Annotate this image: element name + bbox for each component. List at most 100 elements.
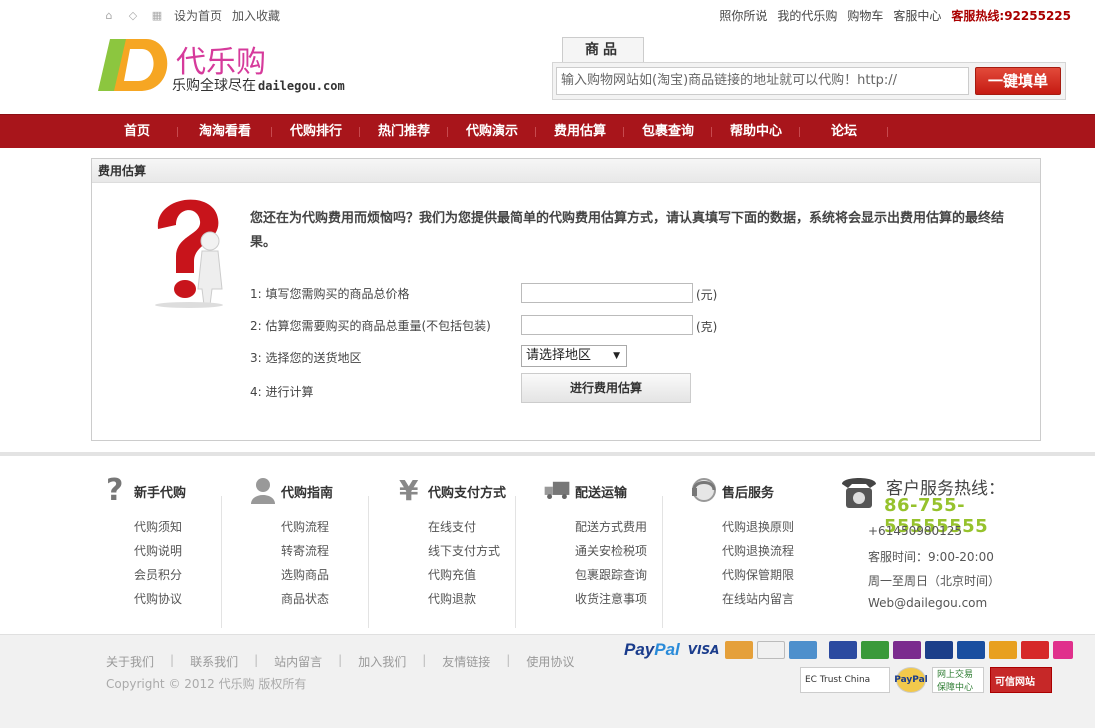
help-link[interactable]: 通关安检税项 [575, 544, 647, 558]
form-label-region: 3: 选择您的送货地区 [250, 351, 362, 365]
top-link-cart[interactable]: 购物车 [847, 7, 883, 24]
help-link[interactable]: 会员积分 [134, 568, 182, 582]
bookmark-icon[interactable]: ◇ [126, 9, 140, 23]
paypal-verified-badge[interactable]: PayPal [894, 667, 928, 693]
copyright: Copyright © 2012 代乐购 版权所有 [106, 677, 307, 691]
bottom-link-friends[interactable]: 友情链接 [442, 653, 490, 670]
help-link[interactable]: 代购协议 [134, 592, 182, 606]
nav-item-taotao[interactable]: 淘淘看看 [178, 115, 272, 149]
help-col-title: 代购支付方式 [428, 486, 507, 501]
nav-item-package-query[interactable]: 包裹查询 [624, 115, 712, 149]
help-link[interactable]: 线下支付方式 [428, 544, 500, 558]
card-green-icon [861, 641, 890, 659]
help-link[interactable]: 代购退换流程 [722, 544, 794, 558]
nav-item-forum[interactable]: 论坛 [800, 115, 888, 149]
bottom-link-join[interactable]: 加入我们 [358, 653, 406, 670]
grid-icon[interactable]: ▦ [150, 9, 164, 23]
help-link[interactable]: 选购商品 [281, 568, 329, 582]
help-link[interactable]: 收货注意事项 [575, 592, 647, 606]
site-logo[interactable]: 代乐购 乐购全球尽在 dailegou.com [96, 35, 366, 95]
price-unit: (元) [696, 288, 718, 302]
search-input[interactable]: 输入购物网站如(淘宝)商品链接的地址就可以代购！http:// [556, 67, 969, 95]
top-link-service-center[interactable]: 客服中心 [893, 7, 941, 24]
bottom-links: 关于我们 | 联系我们 | 站内留言 | 加入我们 | 友情链接 | 使用协议 [106, 653, 575, 670]
nav-item-home[interactable]: 首页 [96, 115, 178, 149]
help-link[interactable]: 代购退换原则 [722, 520, 794, 534]
trade-safety-badge[interactable]: 网上交易保障中心 [932, 667, 984, 693]
help-col-title: 代购指南 [281, 486, 334, 501]
chevron-down-icon: ▼ [613, 351, 620, 361]
svg-text:?: ? [106, 474, 123, 506]
nav-item-hot[interactable]: 热门推荐 [360, 115, 448, 149]
nav-item-ranking[interactable]: 代购排行 [272, 115, 360, 149]
bottom-bar: 关于我们 | 联系我们 | 站内留言 | 加入我们 | 友情链接 | 使用协议 Copyr… [0, 634, 1095, 728]
hotline: 客服热线:92255225 [951, 7, 1071, 24]
region-select[interactable]: 请选择地区 ▼ [521, 345, 627, 367]
total-price-input[interactable] [521, 283, 693, 303]
calculate-fee-button[interactable]: 进行费用估算 [521, 373, 691, 403]
nav-item-help[interactable]: 帮助中心 [712, 115, 800, 149]
help-link[interactable]: 代购流程 [281, 520, 329, 534]
help-link[interactable]: 商品状态 [281, 592, 329, 606]
weight-unit: (克) [696, 320, 718, 334]
search-area: 商品 输入购物网站如(淘宝)商品链接的地址就可以代购！http:// 一键填单 [552, 37, 1066, 101]
top-bar: ⌂ ◇ ▦ 设为首页 加入收藏 照你所说 我的代乐购 购物车 客服中心 客服热线… [0, 0, 1095, 28]
main-nav: 首页 淘淘看看 代购排行 热门推荐 代购演示 费用估算 包裹查询 帮助中心 论坛 [0, 114, 1095, 148]
help-link[interactable]: 代购充值 [428, 568, 476, 582]
card-pink-icon [1053, 641, 1074, 659]
panel-title: 费用估算 [92, 159, 1040, 183]
bottom-link-terms[interactable]: 使用协议 [526, 653, 574, 670]
help-col-beginner: ? 新手代购 代购须知 代购说明 会员积分 代购协议 [98, 474, 244, 630]
top-link-shuo[interactable]: 照你所说 [719, 7, 767, 24]
top-link-my-account[interactable]: 我的代乐购 [777, 7, 837, 24]
help-col-guide: 代购指南 代购流程 转寄流程 选购商品 商品状态 [245, 474, 391, 630]
help-link[interactable]: 代购保管期限 [722, 568, 794, 582]
question-mark-illustration-icon [155, 199, 223, 308]
total-weight-input[interactable] [521, 315, 693, 335]
service-hours: 客服时间：9:00-20:00 [868, 550, 994, 564]
help-col-shipping: 配送运输 配送方式费用 通关安检税项 包裹跟踪查询 收货注意事项 [539, 474, 685, 630]
form-label-weight: 2: 估算您需要购买的商品总重量(不包括包装) [250, 319, 491, 333]
card-blue-icon [925, 641, 954, 659]
nav-item-fee-estimate[interactable]: 费用估算 [536, 115, 624, 149]
help-link[interactable]: 代购说明 [134, 544, 182, 558]
help-link[interactable]: 在线站内留言 [722, 592, 794, 606]
top-bar-right: 照你所说 我的代乐购 购物车 客服中心 客服热线:92255225 [719, 7, 1071, 24]
set-home-link[interactable]: 设为首页 [174, 7, 222, 24]
bottom-link-about[interactable]: 关于我们 [106, 653, 154, 670]
truck-icon [544, 481, 570, 500]
trusted-site-badge[interactable]: 可信网站 [990, 667, 1052, 693]
form-label-price: 1: 填写您需购买的商品总价格 [250, 287, 410, 301]
bottom-link-message[interactable]: 站内留言 [274, 653, 322, 670]
search-tab-products[interactable]: 商品 [562, 37, 644, 63]
amex-icon [789, 641, 818, 659]
service-email[interactable]: Web@dailegou.com [868, 596, 1000, 620]
mastercard-icon [725, 641, 754, 659]
add-favorite-link[interactable]: 加入收藏 [232, 7, 280, 24]
one-click-order-button[interactable]: 一键填单 [975, 67, 1061, 95]
card-purple-icon [893, 641, 922, 659]
logo-subtitle: 乐购全球尽在 dailegou.com [172, 78, 345, 94]
help-col-payment: ¥ 代购支付方式 在线支付 线下支付方式 代购充值 代购退款 [392, 474, 538, 630]
help-link[interactable]: 转寄流程 [281, 544, 329, 558]
help-link[interactable]: 包裹跟踪查询 [575, 568, 647, 582]
help-link[interactable]: 代购须知 [134, 520, 182, 534]
help-link[interactable]: 配送方式费用 [575, 520, 647, 534]
trust-badges: EC Trust China PayPal 网上交易保障中心 可信网站 [800, 667, 1052, 693]
home-icon[interactable]: ⌂ [102, 9, 116, 23]
nav-item-demo[interactable]: 代购演示 [448, 115, 536, 149]
svg-text:¥: ¥ [399, 474, 419, 506]
help-link[interactable]: 代购退款 [428, 592, 476, 606]
help-link[interactable]: 在线支付 [428, 520, 476, 534]
help-col-after-sale: 售后服务 代购退换原则 代购退换流程 代购保管期限 在线站内留言 [686, 474, 832, 630]
paypal-logo: PayPal [624, 640, 680, 659]
hotline-number: 92255225 [1004, 9, 1071, 23]
ec-trust-badge[interactable]: EC Trust China [800, 667, 890, 693]
bottom-link-contact[interactable]: 联系我们 [190, 653, 238, 670]
question-icon: ? [106, 474, 123, 506]
logo-domain: dailegou.com [258, 79, 345, 93]
form-label-calc: 4: 进行计算 [250, 385, 314, 399]
customer-service: 客户服务热线： 86-755-55555555 +61450980125 客服时… [838, 472, 1038, 632]
yen-icon: ¥ [399, 474, 419, 506]
card-orange-icon [989, 641, 1018, 659]
